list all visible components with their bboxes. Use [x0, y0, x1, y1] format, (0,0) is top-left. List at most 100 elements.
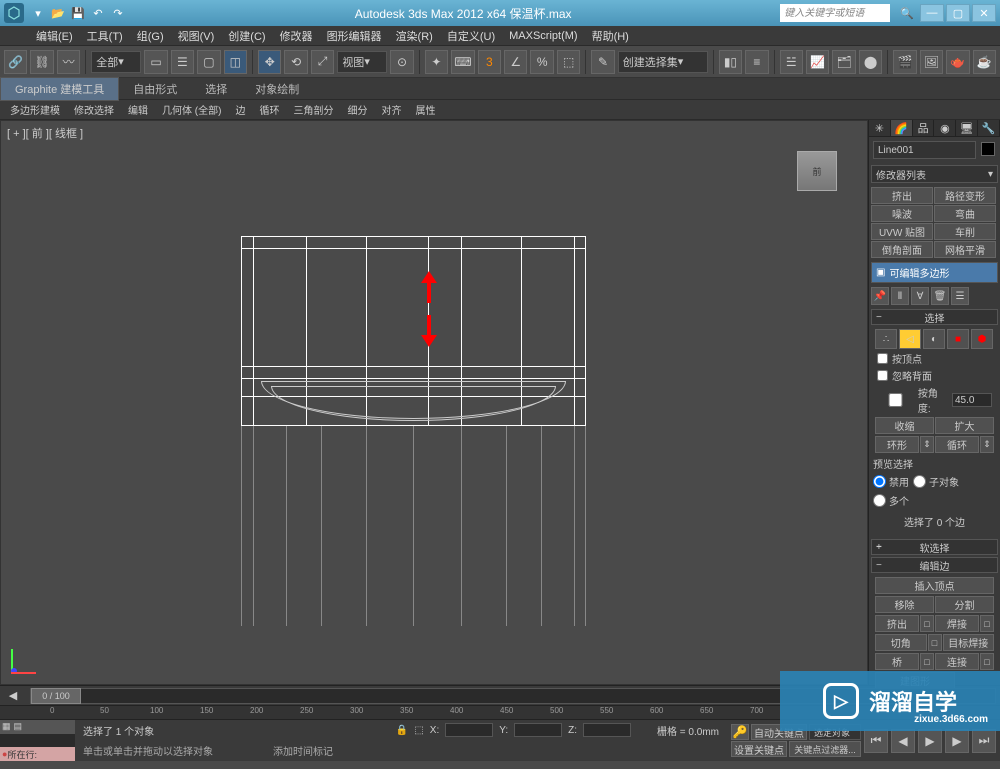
select-icon[interactable]: ▭: [144, 50, 167, 74]
angle-snap-icon[interactable]: ∠: [504, 50, 527, 74]
prev-frame-icon[interactable]: ◀: [891, 729, 915, 753]
mod-noise[interactable]: 噪波: [871, 205, 933, 222]
ribbon-tab-select[interactable]: 选择: [191, 78, 241, 100]
btn-connect[interactable]: 连接: [935, 653, 979, 670]
menu-edit[interactable]: 编辑(E): [30, 26, 79, 46]
btn-bridge[interactable]: 桥: [875, 653, 919, 670]
menu-tools[interactable]: 工具(T): [81, 26, 129, 46]
ribbon-tab-graphite[interactable]: Graphite 建模工具: [0, 77, 119, 101]
ribbon-tab-objpaint[interactable]: 对象绘制: [241, 78, 313, 100]
btn-loop[interactable]: 循环: [935, 436, 979, 453]
radio-preview-subobj[interactable]: [913, 475, 926, 488]
select-name-icon[interactable]: ☰: [171, 50, 194, 74]
chk-byangle[interactable]: [877, 393, 914, 407]
material-editor-icon[interactable]: ⬤: [859, 50, 882, 74]
btn-targetweld[interactable]: 目标焊接: [943, 634, 995, 651]
make-unique-icon[interactable]: ∀: [911, 287, 929, 305]
render-icon[interactable]: 🫖: [946, 50, 969, 74]
pin-stack-icon[interactable]: 📌: [871, 287, 889, 305]
viewcube[interactable]: 前: [797, 151, 837, 191]
modifier-stack[interactable]: ▣ 可编辑多边形: [871, 262, 998, 283]
time-slider-thumb[interactable]: 0 / 100: [31, 688, 81, 704]
x-coord-field[interactable]: [445, 723, 493, 737]
panel-modsel[interactable]: 修改选择: [68, 100, 120, 119]
qat-new-icon[interactable]: ▾: [30, 5, 46, 21]
menu-help[interactable]: 帮助(H): [586, 26, 635, 46]
spinner-snap-icon[interactable]: ⬚: [557, 50, 580, 74]
link-icon[interactable]: 🔗: [4, 50, 27, 74]
z-coord-field[interactable]: [583, 723, 631, 737]
rollout-selection[interactable]: 选择: [871, 309, 998, 325]
minimize-button[interactable]: —: [920, 4, 944, 22]
weld-settings-icon[interactable]: □: [980, 615, 994, 632]
maxscript-mini-icon[interactable]: ▦: [2, 721, 11, 732]
menu-group[interactable]: 组(G): [131, 26, 170, 46]
loop-spinner-icon[interactable]: ⇕: [980, 436, 994, 453]
btn-shrink[interactable]: 收缩: [875, 417, 934, 434]
radio-preview-multi[interactable]: [873, 494, 886, 507]
btn-remove[interactable]: 移除: [875, 596, 934, 613]
qat-redo-icon[interactable]: ↷: [110, 5, 126, 21]
menu-grapheditors[interactable]: 图形编辑器: [321, 26, 388, 46]
setkey-button[interactable]: 设置关键点: [731, 741, 787, 757]
panel-subdiv[interactable]: 细分: [341, 100, 373, 119]
tab-display-icon[interactable]: 🖥: [956, 120, 978, 136]
menu-modifiers[interactable]: 修改器: [274, 26, 319, 46]
btn-split[interactable]: 分割: [935, 596, 994, 613]
tab-create-icon[interactable]: ✳: [869, 120, 891, 136]
timeline-left-icon[interactable]: ◀: [9, 689, 17, 702]
help-search-input[interactable]: 键入关键字或短语: [780, 4, 890, 22]
selection-filter-dropdown[interactable]: 全部 ▾: [91, 51, 141, 73]
panel-polymodel[interactable]: 多边形建模: [4, 100, 66, 119]
manipulate-icon[interactable]: ✦: [425, 50, 448, 74]
tab-motion-icon[interactable]: ◉: [934, 120, 956, 136]
select-rect-icon[interactable]: ▢: [197, 50, 220, 74]
percent-snap-icon[interactable]: %: [530, 50, 553, 74]
coord-display-icon[interactable]: ⬚: [414, 725, 423, 736]
chk-byvertex[interactable]: [877, 353, 888, 364]
goto-end-icon[interactable]: ⏭: [972, 729, 996, 753]
configure-icon[interactable]: ☰: [951, 287, 969, 305]
refcoord-dropdown[interactable]: 视图 ▾: [337, 51, 387, 73]
render-prod-icon[interactable]: ☕: [973, 50, 996, 74]
goto-start-icon[interactable]: ⏮: [864, 729, 888, 753]
expand-icon[interactable]: ▣: [876, 267, 885, 278]
curve-editor-icon[interactable]: 📈: [806, 50, 829, 74]
menu-create[interactable]: 创建(C): [222, 26, 271, 46]
close-button[interactable]: ✕: [972, 4, 996, 22]
angle-spinner[interactable]: [952, 393, 992, 407]
schematic-icon[interactable]: 🗂: [832, 50, 855, 74]
layers-icon[interactable]: ☱: [780, 50, 803, 74]
rollout-editedges[interactable]: 编辑边: [871, 557, 998, 573]
bind-spacewarp-icon[interactable]: 〰: [57, 50, 80, 74]
radio-preview-off[interactable]: [873, 475, 886, 488]
modifier-list-dropdown[interactable]: 修改器列表▾: [871, 165, 998, 183]
next-frame-icon[interactable]: ▶: [945, 729, 969, 753]
rollout-softsel[interactable]: +软选择: [871, 539, 998, 555]
listener-icon[interactable]: ▤: [14, 721, 23, 732]
subobj-border-icon[interactable]: ◐: [923, 329, 945, 349]
subobj-element-icon[interactable]: ⬢: [971, 329, 993, 349]
ring-spinner-icon[interactable]: ⇕: [920, 436, 934, 453]
btn-weld[interactable]: 焊接: [935, 615, 979, 632]
mod-bevelprofile[interactable]: 倒角剖面: [871, 241, 933, 258]
y-coord-field[interactable]: [514, 723, 562, 737]
window-crossing-icon[interactable]: ◫: [224, 50, 247, 74]
chamfer-settings-icon[interactable]: □: [928, 634, 942, 651]
btn-extrude-edge[interactable]: 挤出: [875, 615, 919, 632]
bridge-settings-icon[interactable]: □: [920, 653, 934, 670]
align-icon[interactable]: ≡: [745, 50, 768, 74]
menu-rendering[interactable]: 渲染(R): [390, 26, 439, 46]
mod-pathdeform[interactable]: 路径变形: [934, 187, 996, 204]
scale-icon[interactable]: ⤢: [311, 50, 334, 74]
mod-extrude[interactable]: 挤出: [871, 187, 933, 204]
menu-customize[interactable]: 自定义(U): [441, 26, 501, 46]
mod-meshsmooth[interactable]: 网格平滑: [934, 241, 996, 258]
menu-maxscript[interactable]: MAXScript(M): [503, 28, 583, 44]
tab-utilities-icon[interactable]: 🔧: [978, 120, 1000, 136]
connect-settings-icon[interactable]: □: [980, 653, 994, 670]
move-icon[interactable]: ✥: [258, 50, 281, 74]
btn-ring[interactable]: 环形: [875, 436, 919, 453]
editnamed-icon[interactable]: ✎: [591, 50, 614, 74]
subobj-vertex-icon[interactable]: ∴: [875, 329, 897, 349]
